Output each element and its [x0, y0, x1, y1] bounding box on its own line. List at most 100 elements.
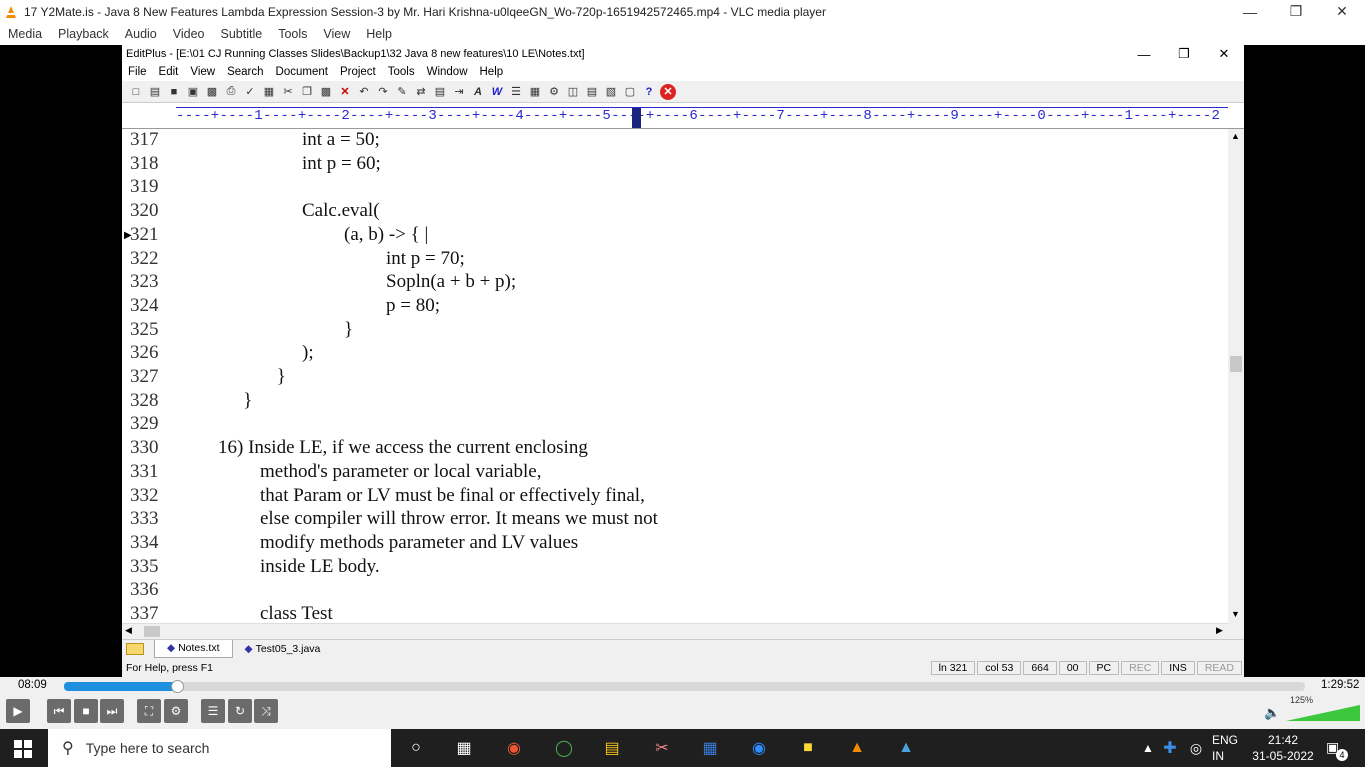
editor-line[interactable]: 319: [122, 176, 1228, 200]
ruler-icon[interactable]: ▦: [527, 84, 543, 100]
snipping-tool-icon[interactable]: ✂: [650, 736, 674, 760]
task-view-icon[interactable]: ▦: [452, 736, 476, 760]
sticky-notes-icon[interactable]: ■: [796, 736, 820, 760]
print-icon[interactable]: ⎙: [223, 84, 239, 100]
vertical-scrollbar[interactable]: ▲ ▼: [1228, 129, 1244, 623]
cut-icon[interactable]: ✂: [280, 84, 296, 100]
line-numbers-icon[interactable]: ☰: [508, 84, 524, 100]
shuffle-button[interactable]: ⤨: [254, 699, 278, 723]
folder-icon[interactable]: [126, 642, 144, 655]
taskbar-search[interactable]: ⚲ Type here to search: [48, 729, 391, 767]
chevron-up-icon[interactable]: ▲: [1136, 736, 1160, 760]
paste-icon[interactable]: ▩: [318, 84, 334, 100]
menu-help[interactable]: Help: [358, 27, 400, 41]
save-all-icon[interactable]: ▣: [185, 84, 201, 100]
ep-menu-project[interactable]: Project: [334, 66, 382, 78]
seek-handle[interactable]: [170, 680, 184, 693]
close-button[interactable]: ✕: [1319, 0, 1365, 23]
next-icon[interactable]: ⏭: [100, 699, 124, 723]
editor-text-area[interactable]: 317 int a = 50; 318 int p = 60; 319 320 Calc.e…: [122, 129, 1228, 623]
delete-icon[interactable]: ✕: [337, 84, 353, 100]
editor-line[interactable]: 325}: [122, 319, 1228, 343]
editor-line[interactable]: 324 p = 80;: [122, 295, 1228, 319]
find-icon[interactable]: ✎: [394, 84, 410, 100]
horizontal-scroll-thumb[interactable]: [144, 626, 160, 637]
photos-icon[interactable]: ▲: [894, 736, 918, 760]
editor-line[interactable]: 320 Calc.eval(: [122, 200, 1228, 224]
redo-icon[interactable]: ↷: [375, 84, 391, 100]
scroll-left-icon[interactable]: ◀: [125, 625, 132, 636]
editor-line[interactable]: 335 inside LE body.: [122, 556, 1228, 580]
editplus-close-button[interactable]: ✕: [1204, 46, 1244, 62]
speaker-icon[interactable]: 🔈: [1264, 705, 1280, 721]
editor-line[interactable]: 322 int p = 70;: [122, 248, 1228, 272]
preferences-icon[interactable]: ⚙: [546, 84, 562, 100]
stop-button[interactable]: ■: [74, 699, 98, 723]
language-indicator[interactable]: ENG IN: [1212, 732, 1238, 764]
menu-audio[interactable]: Audio: [117, 27, 165, 41]
goto-icon[interactable]: ⇥: [451, 84, 467, 100]
ep-menu-tools[interactable]: Tools: [382, 66, 421, 78]
editor-line[interactable]: 334 modify methods parameter and LV value…: [122, 532, 1228, 556]
tab-test05[interactable]: ◆ Test05_3.java: [233, 640, 333, 658]
loop-button[interactable]: ↻: [228, 699, 252, 723]
scroll-right-icon[interactable]: ▶: [1216, 625, 1223, 636]
ep-menu-document[interactable]: Document: [270, 66, 334, 78]
editor-line[interactable]: 318 int p = 60;: [122, 153, 1228, 177]
editor-line[interactable]: 333 else compiler will throw error. It me…: [122, 508, 1228, 532]
word-wrap-icon[interactable]: W: [489, 84, 505, 100]
horizontal-scrollbar[interactable]: ◀ ▶: [122, 623, 1228, 639]
ep-menu-view[interactable]: View: [184, 66, 221, 78]
spellcheck-icon[interactable]: ✓: [242, 84, 258, 100]
editor-line[interactable]: 337 class Test: [122, 603, 1228, 623]
editor-line[interactable]: 327}: [122, 366, 1228, 390]
scroll-up-icon[interactable]: ▲: [1231, 131, 1240, 141]
editor-line[interactable]: 321 ▶ (a, b) -> { |: [122, 224, 1228, 248]
chrome-icon[interactable]: ◯: [552, 736, 576, 760]
stop-icon[interactable]: ✕: [660, 83, 676, 100]
editor-line[interactable]: 326);: [122, 342, 1228, 366]
editor-line[interactable]: 336: [122, 579, 1228, 603]
context-help-icon[interactable]: ?: [641, 84, 657, 100]
save-icon[interactable]: ■: [166, 84, 182, 100]
editor-line[interactable]: 332 that Param or LV must be final or eff…: [122, 485, 1228, 509]
store-icon[interactable]: ▦: [698, 736, 722, 760]
scroll-down-icon[interactable]: ▼: [1231, 609, 1240, 619]
new-file-icon[interactable]: □: [128, 84, 144, 100]
font-icon[interactable]: A: [470, 84, 486, 100]
properties-icon[interactable]: ▦: [261, 84, 277, 100]
ep-menu-help[interactable]: Help: [474, 66, 510, 78]
windows-start-icon[interactable]: [14, 740, 32, 761]
vlc-taskbar-icon[interactable]: ▲: [845, 736, 869, 760]
recorder-icon[interactable]: ◉: [502, 736, 526, 760]
editor-line[interactable]: 329: [122, 413, 1228, 437]
find-in-files-icon[interactable]: ▤: [432, 84, 448, 100]
menu-video[interactable]: Video: [165, 27, 213, 41]
fullscreen-icon[interactable]: ▢: [622, 84, 638, 100]
plus-icon[interactable]: ✚: [1158, 736, 1182, 760]
wifi-icon[interactable]: ◎: [1184, 736, 1208, 760]
menu-media[interactable]: Media: [0, 27, 50, 41]
replace-icon[interactable]: ⇄: [413, 84, 429, 100]
play-button[interactable]: ▶: [6, 699, 30, 723]
editor-line[interactable]: 330 16) Inside LE, if we access the curre…: [122, 437, 1228, 461]
editplus-maximize-button[interactable]: ❐: [1164, 46, 1204, 62]
file-explorer-icon[interactable]: ▤: [600, 736, 624, 760]
vertical-scroll-thumb[interactable]: [1230, 356, 1242, 372]
cliptext-icon[interactable]: ▧: [603, 84, 619, 100]
undo-icon[interactable]: ↶: [356, 84, 372, 100]
directory-window-icon[interactable]: ◫: [565, 84, 581, 100]
ep-menu-search[interactable]: Search: [221, 66, 269, 78]
zoom-icon[interactable]: ◉: [747, 736, 771, 760]
minimize-button[interactable]: —: [1227, 0, 1273, 23]
copy-icon[interactable]: ❐: [299, 84, 315, 100]
extended-settings-button[interactable]: ⚙: [164, 699, 188, 723]
editplus-minimize-button[interactable]: —: [1124, 47, 1164, 62]
maximize-button[interactable]: ❐: [1273, 0, 1319, 23]
print-preview-icon[interactable]: ▩: [204, 84, 220, 100]
volume-slider[interactable]: [1286, 705, 1360, 721]
editor-line[interactable]: 331 method's parameter or local variable,: [122, 461, 1228, 485]
output-window-icon[interactable]: ▤: [584, 84, 600, 100]
tab-notes[interactable]: ◆ Notes.txt: [154, 639, 233, 658]
menu-tools[interactable]: Tools: [270, 27, 315, 41]
